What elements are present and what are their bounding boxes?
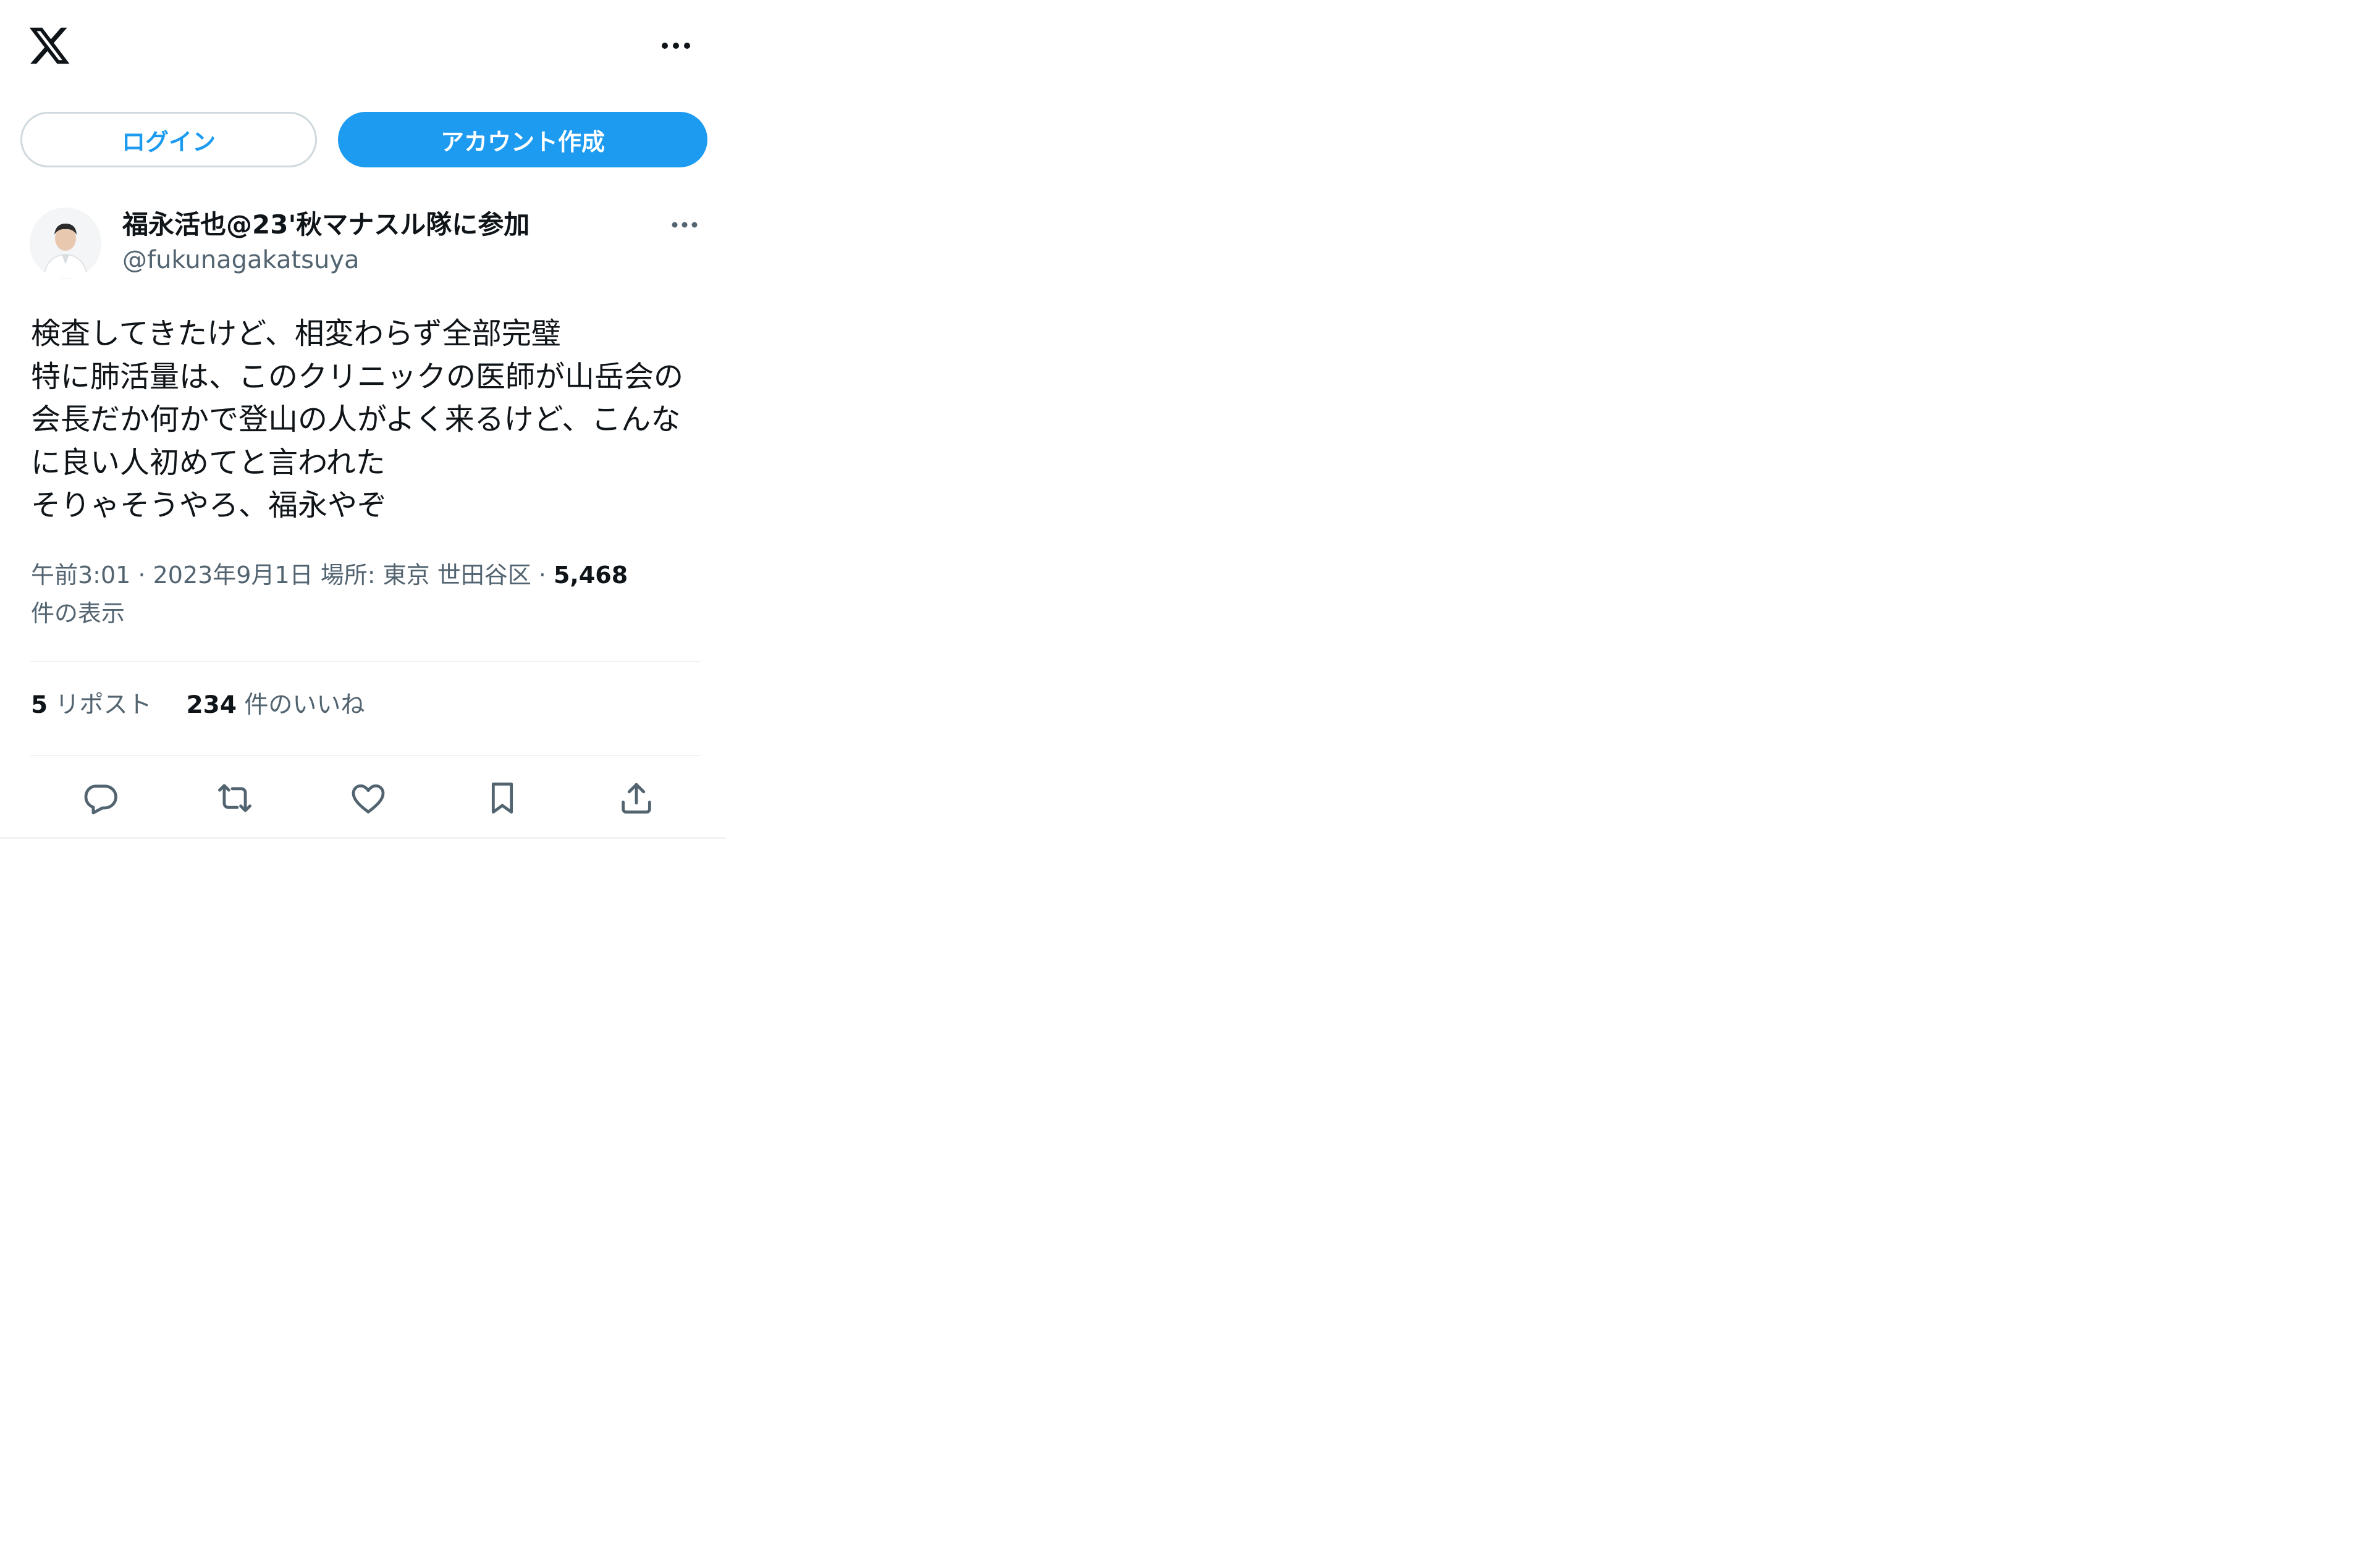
tweet-time[interactable]: 午前3:01 bbox=[31, 561, 130, 589]
likes-stat[interactable]: 234 件のいいね bbox=[187, 691, 365, 719]
login-button[interactable]: ログイン bbox=[20, 112, 317, 167]
tweet-text-line: 検査してきたけど、相変わらず全部完璧 bbox=[31, 316, 561, 351]
tweet-more-icon[interactable] bbox=[669, 214, 701, 236]
create-account-button[interactable]: アカウント作成 bbox=[338, 112, 707, 167]
tweet-text-line: 特に肺活量は、このクリニックの医師が山岳会の bbox=[31, 359, 684, 394]
reposts-stat[interactable]: 5 リポスト bbox=[31, 691, 152, 719]
tweet-stats: 5 リポスト 234 件のいいね bbox=[31, 687, 365, 724]
divider bbox=[30, 661, 701, 662]
tweet-meta: 午前3:01 · 2023年9月1日 場所: 東京 世田谷区 · 5,468 件の… bbox=[31, 556, 711, 633]
tweet-text: 検査してきたけど、相変わらず全部完璧 特に肺活量は、このクリニックの医師が山岳会… bbox=[31, 313, 711, 528]
repost-icon[interactable] bbox=[209, 772, 261, 824]
tweet-text-line: 会長だか何かで登山の人がよく来るけど、こんな bbox=[31, 402, 681, 437]
share-icon[interactable] bbox=[610, 772, 662, 824]
divider bbox=[0, 837, 726, 839]
meta-separator: · bbox=[130, 561, 153, 589]
views-count: 5,468 bbox=[553, 561, 628, 589]
views-label: 件の表示 bbox=[31, 600, 125, 627]
reply-icon[interactable] bbox=[75, 772, 127, 824]
tweet-location: 場所: 東京 世田谷区 bbox=[313, 561, 531, 589]
tweet-text-line: に良い人初めてと言われた bbox=[31, 445, 386, 480]
more-horizontal-icon[interactable] bbox=[660, 32, 692, 59]
reposts-label: リポスト bbox=[48, 691, 152, 719]
reposts-count: 5 bbox=[31, 691, 48, 719]
likes-label: 件のいいね bbox=[236, 691, 365, 719]
divider bbox=[30, 755, 701, 756]
tweet-text-line: そりゃそうやろ、福永やぞ bbox=[31, 488, 387, 523]
top-bar bbox=[0, 0, 726, 93]
like-icon[interactable] bbox=[342, 772, 394, 824]
tweet-date[interactable]: 2023年9月1日 bbox=[153, 561, 313, 589]
author-display-name[interactable]: 福永活也@23'秋マナスル隊に参加 bbox=[122, 208, 530, 242]
tweet-actions bbox=[30, 767, 701, 829]
avatar[interactable] bbox=[30, 208, 101, 279]
x-logo-icon[interactable] bbox=[27, 23, 72, 68]
likes-count: 234 bbox=[186, 691, 237, 719]
page: ログイン アカウント作成 福永活也@23'秋マナスル隊に参加 @fukunaga… bbox=[0, 0, 2380, 1564]
meta-separator: · bbox=[531, 561, 554, 589]
author-handle[interactable]: @fukunagakatsuya bbox=[122, 243, 360, 277]
bookmark-icon[interactable] bbox=[476, 772, 528, 824]
